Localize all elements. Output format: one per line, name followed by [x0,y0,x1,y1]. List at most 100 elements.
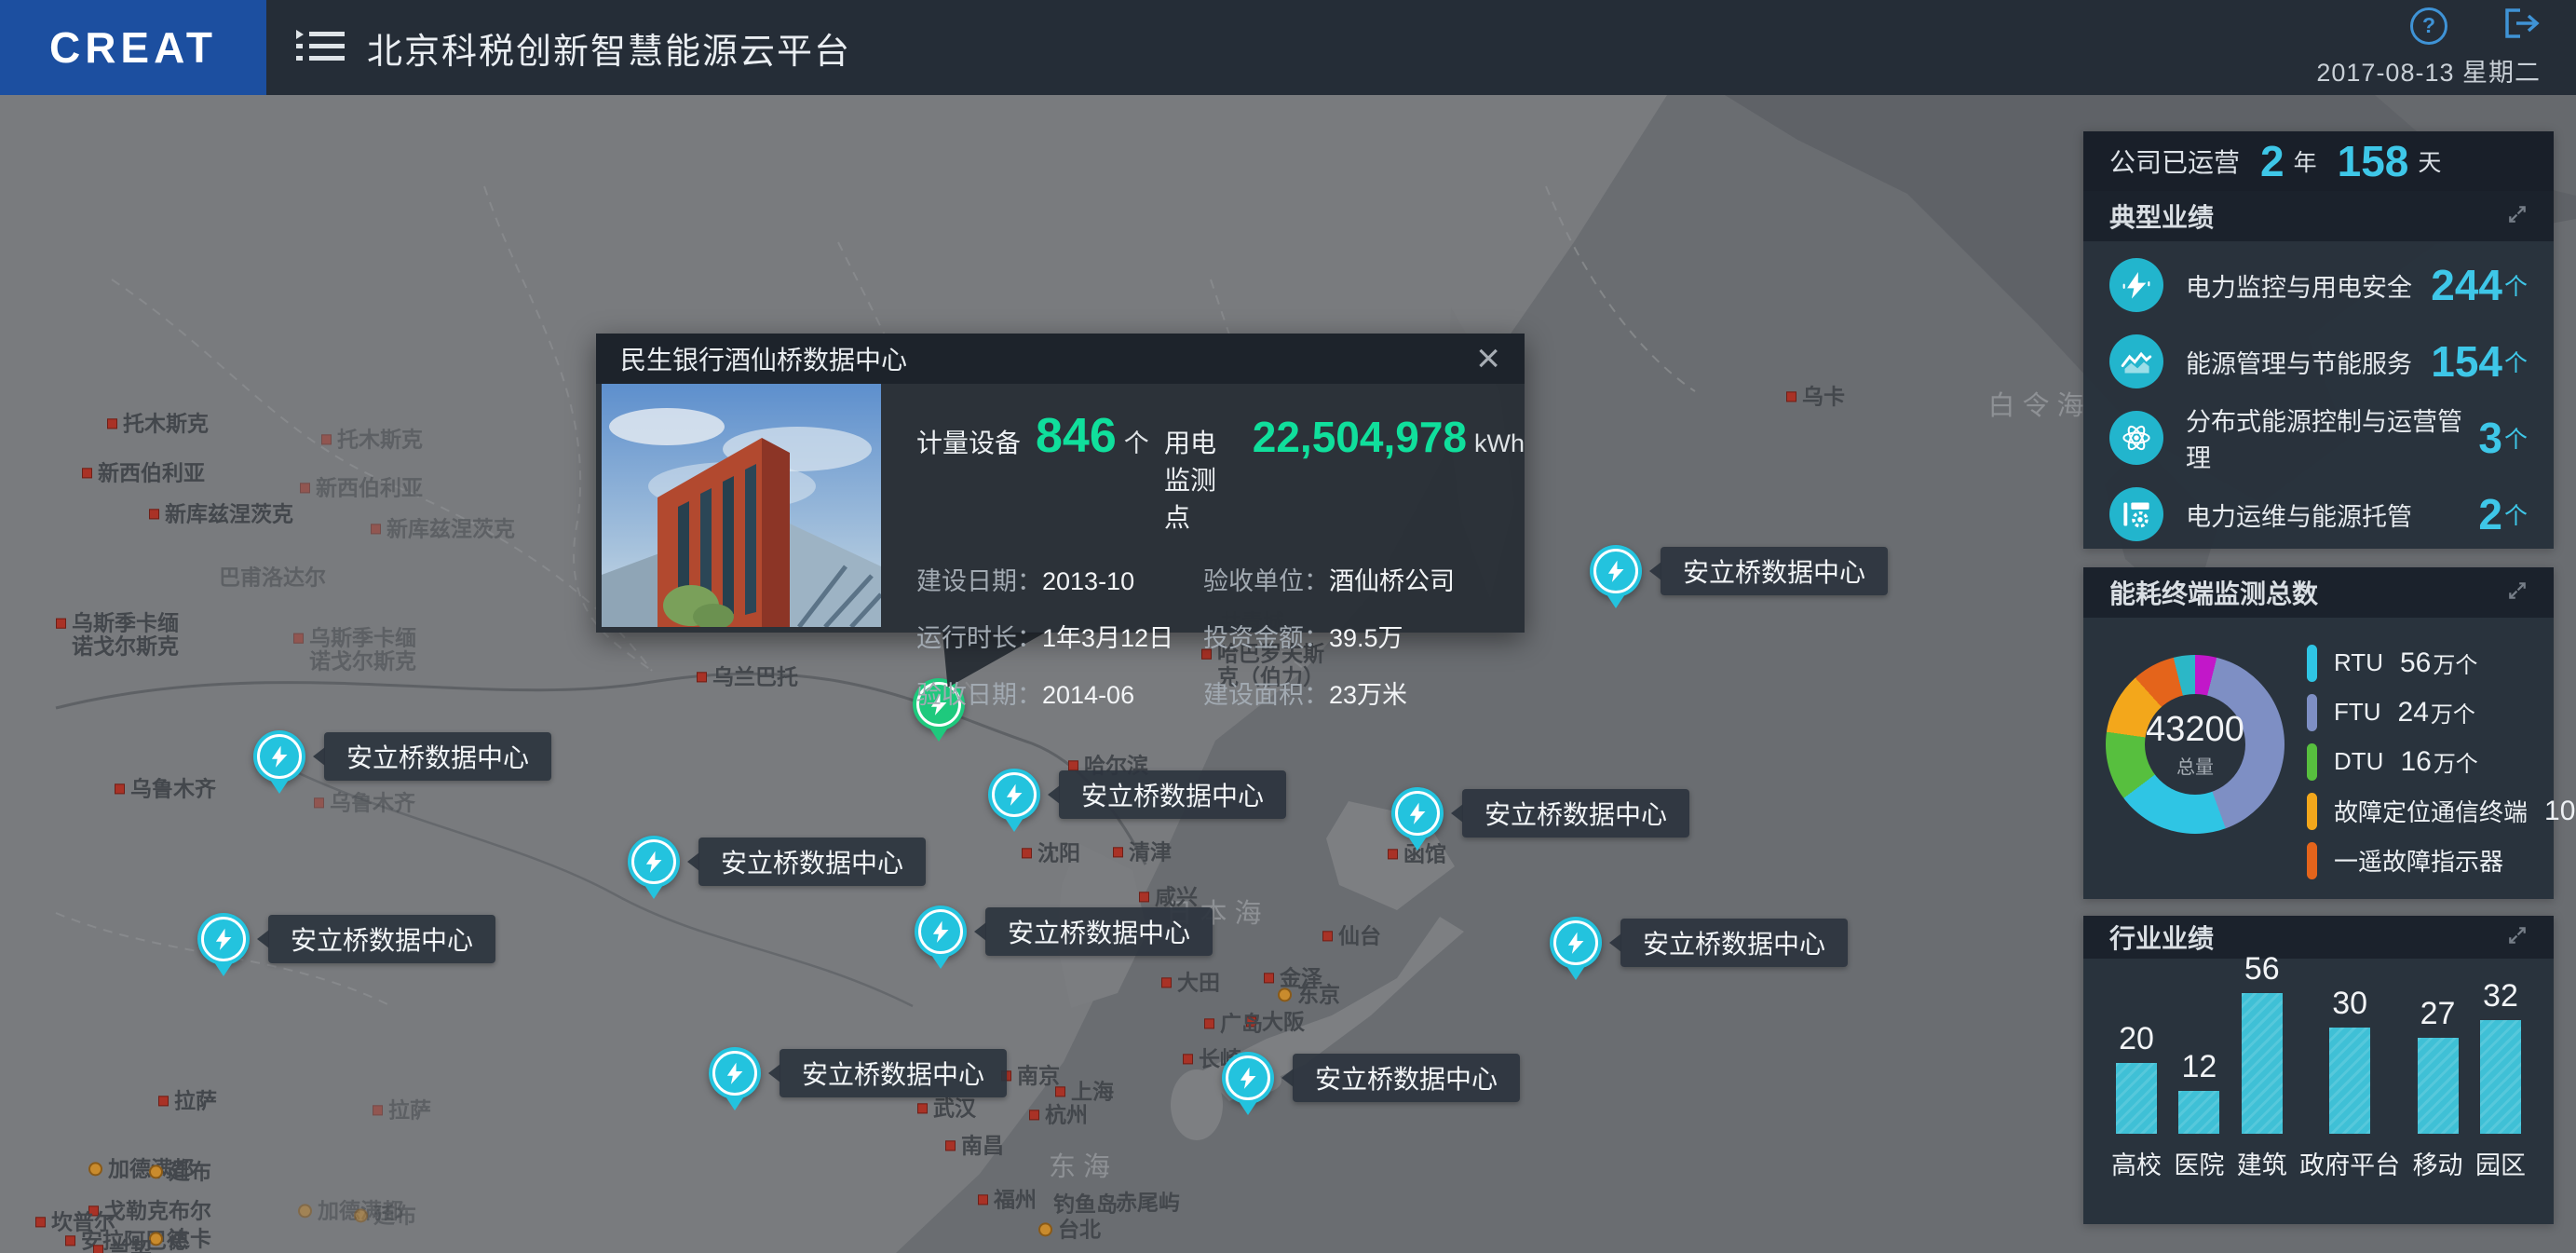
datacenter-pin-label[interactable]: 安立桥数据中心 [324,732,551,781]
terminals-legend: RTU56万个FTU24万个DTU16万个故障定位通信终端10万个一遥故障指示器 [2307,638,2576,885]
pin-head [1222,1052,1274,1104]
map-city-label: 拉萨 [373,1098,431,1122]
datacenter-pin[interactable]: 安立桥数据中心 [1391,787,1444,851]
city-name: 拉萨 [388,1098,431,1122]
datacenter-pin-label[interactable]: 安立桥数据中心 [1293,1054,1520,1102]
bar-category-label: 园区 [2475,1145,2526,1181]
map-city-label: 乌鲁木齐 [115,777,216,800]
datacenter-pin[interactable]: 安立桥数据中心 [1550,917,1602,980]
bar-value-label: 56 [2244,951,2280,987]
typical-item-label: 分布式能源控制与运营管理 [2186,402,2478,474]
industry-bar [2418,1038,2459,1134]
popup-stat: 用电监测点22,504,978kWh [1164,412,1525,535]
datacenter-pin[interactable]: 安立桥数据中心 [253,730,305,794]
datacenter-pin-label[interactable]: 安立桥数据中心 [268,915,495,963]
city-dot-icon [1388,849,1398,859]
pin-head [253,730,305,783]
popup-detail: 验收日期：2014-06 [916,674,1203,711]
datacenter-pin[interactable]: 安立桥数据中心 [1590,545,1642,608]
lightning-icon [1226,1056,1270,1100]
legend-label: RTU [2334,648,2383,677]
sea-label: 东海 [1049,1145,1118,1184]
city-name: 赤尾屿 [1116,1191,1180,1214]
detail-label: 运行时长： [916,624,1042,652]
menu-icon[interactable] [294,26,345,70]
datacenter-pin-label[interactable]: 安立桥数据中心 [1059,770,1286,819]
city-dot-icon [82,468,92,478]
industry-bar [2480,1020,2521,1134]
city-dot-icon [93,1245,103,1253]
stat-value: 846 [1036,408,1117,464]
date-text: 2017-08-13 星期二 [2316,52,2541,89]
city-name: 上海 [1071,1080,1114,1103]
map-city-label: 乌兰巴托 [697,665,798,688]
pin-tail [212,960,235,976]
bar-category-label: 移动 [2413,1145,2463,1181]
map-city-label: 台北 [1038,1218,1101,1241]
bar-value-label: 30 [2332,986,2367,1022]
industry-bar-group: 32园区 [2475,951,2526,1189]
map-city-label: 武汉 [917,1096,976,1120]
creat-logo: CREAT [0,0,266,95]
expand-icon[interactable] [2507,925,2528,950]
header-right: ? 2017-08-13 星期二 [2316,7,2576,89]
city-name: 清津 [1129,840,1172,864]
expand-icon[interactable] [2507,580,2528,606]
datacenter-pin-label[interactable]: 安立桥数据中心 [1661,547,1888,595]
datacenter-pin-label[interactable]: 安立桥数据中心 [1620,919,1848,967]
city-name: 大阪 [1262,1010,1305,1033]
typical-performance-item[interactable]: 电力监控与用电安全244个 [2083,247,2554,323]
typical-item-value: 3 [2478,416,2502,459]
datacenter-pin[interactable]: 安立桥数据中心 [709,1047,761,1110]
detail-value: 1年3月12日 [1042,624,1173,652]
logout-icon[interactable] [2501,7,2541,45]
datacenter-pin[interactable]: 安立桥数据中心 [628,836,680,899]
datacenter-pin-label[interactable]: 安立桥数据中心 [780,1049,1007,1097]
bar-category-label: 政府平台 [2299,1145,2400,1181]
typical-item-unit: 个 [2504,345,2528,378]
city-dot-icon [321,434,332,444]
datacenter-pin[interactable]: 安立桥数据中心 [197,913,250,976]
lightning-icon [1593,549,1638,593]
bar-value-label: 12 [2181,1049,2217,1085]
map-city-label: 广岛 [1204,1012,1263,1035]
city-name: 乌鲁木齐 [330,791,415,814]
city-dot-icon [56,619,66,629]
typical-item-label: 能源管理与节能服务 [2186,344,2412,380]
city-dot-icon [300,483,310,493]
datacenter-pin-label[interactable]: 安立桥数据中心 [1462,789,1689,838]
datacenter-pin-label[interactable]: 安立桥数据中心 [985,907,1213,956]
close-icon[interactable]: × [1476,340,1500,377]
datacenter-pin[interactable]: 安立桥数据中心 [988,769,1040,832]
pin-head [1391,787,1444,839]
popup-detail: 投资金额：39.5万 [1203,618,1525,654]
map-city-label: 新库兹涅茨克 [149,502,293,525]
city-name: 廷布 [373,1204,416,1227]
map-city-label: 新西伯利亚 [82,461,205,484]
city-name: 达卡 [169,1227,211,1250]
city-dot-icon [945,1140,956,1151]
datacenter-photo [602,384,881,627]
city-name: 戈勒克布尔 [104,1199,211,1222]
capital-dot-icon [298,1204,312,1218]
map-city-label: 南昌 [945,1134,1004,1157]
bar-category-label: 医院 [2174,1145,2224,1181]
city-dot-icon [1113,847,1123,857]
terminals-title: 能耗终端监测总数 [2109,574,2318,611]
stat-label: 计量设备 [916,423,1021,460]
typical-performance-item[interactable]: 分布式能源控制与运营管理3个 [2083,400,2554,476]
map-city-label: 乌鲁木齐 [314,791,415,814]
city-dot-icon [917,1103,928,1113]
pin-tail [1406,834,1429,851]
typical-performance-item[interactable]: 能源管理与节能服务154个 [2083,323,2554,400]
datacenter-pin[interactable]: 安立桥数据中心 [1222,1052,1274,1115]
expand-icon[interactable] [2507,204,2528,229]
typical-performance-item[interactable]: 电力运维与能源托管2个 [2083,476,2554,552]
detail-value: 39.5万 [1329,624,1403,652]
datacenter-pin[interactable]: 安立桥数据中心 [915,906,967,969]
help-icon[interactable]: ? [2410,7,2447,45]
city-dot-icon [65,1235,75,1246]
city-name: 新西伯利亚 [316,476,423,499]
datacenter-pin-label[interactable]: 安立桥数据中心 [698,838,926,886]
lightning-icon [1395,791,1440,836]
